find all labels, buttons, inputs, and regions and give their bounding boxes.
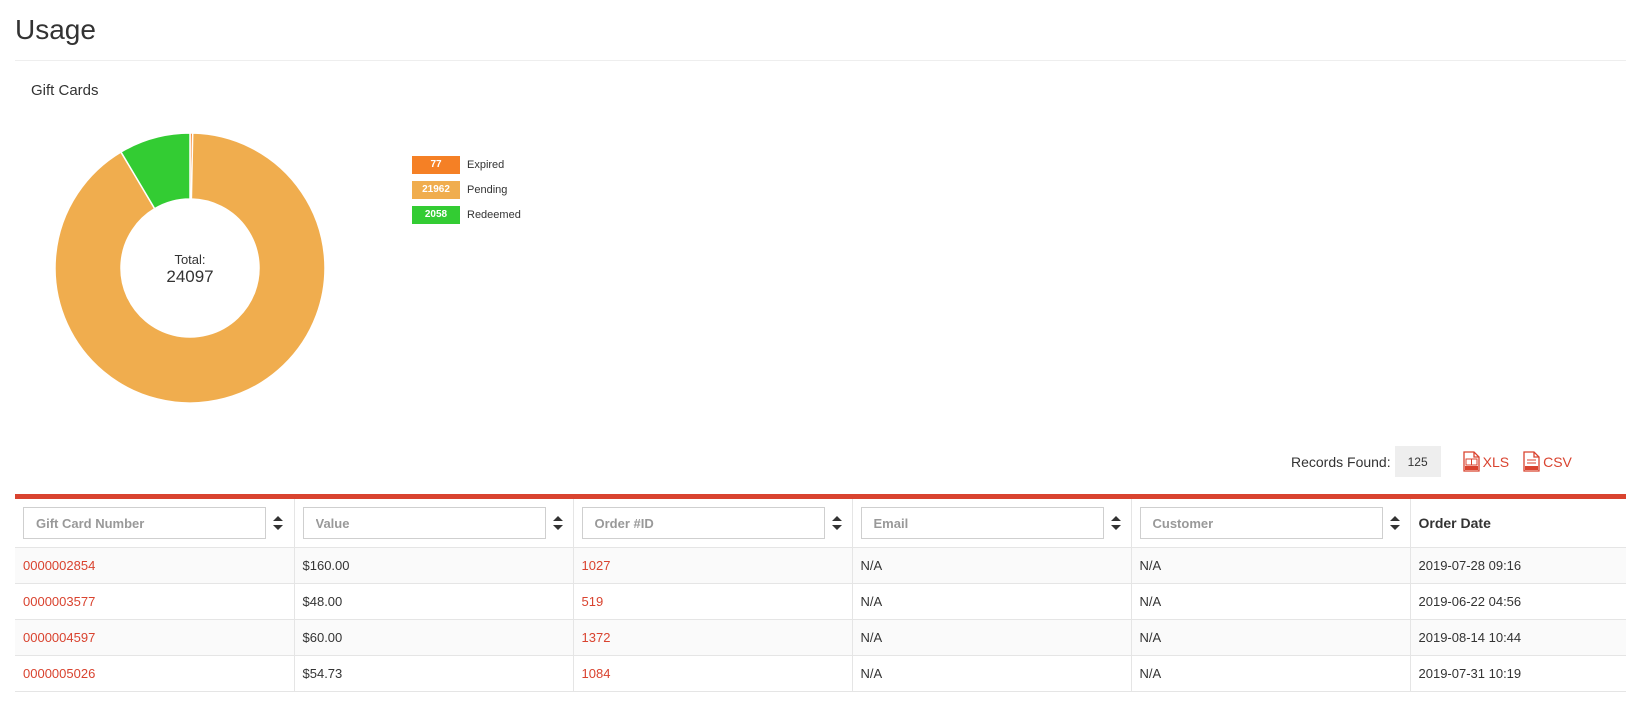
filter-order-id-input[interactable] <box>581 507 825 539</box>
header-email <box>852 499 1132 548</box>
cell-gift-card-number: 0000002854 <box>15 547 295 584</box>
cell-order-date: 2019-07-31 10:19 <box>1410 655 1626 692</box>
legend-item-redeemed[interactable]: 2058 Redeemed <box>412 202 521 227</box>
table-row: 0000005026 $54.73 1084 N/A N/A 2019-07-3… <box>15 655 1626 692</box>
page-title: Usage <box>15 14 96 45</box>
legend-label-expired: Expired <box>467 158 505 171</box>
records-count-badge: 125 <box>1394 446 1441 477</box>
header-order-id <box>573 499 853 548</box>
cell-value: $54.73 <box>294 655 574 692</box>
export-csv-label: CSV <box>1543 453 1572 470</box>
records-found-label: Records Found: <box>1291 453 1391 470</box>
section-title: Gift Cards <box>31 82 99 99</box>
cell-value: $48.00 <box>294 583 574 620</box>
legend-item-expired[interactable]: 77 Expired <box>412 152 521 177</box>
cell-gift-card-number: 0000003577 <box>15 583 295 620</box>
cell-customer: N/A <box>1131 619 1411 656</box>
gift-card-table: Order Date 0000002854 $160.00 1027 N/A N… <box>15 499 1626 692</box>
cell-customer: N/A <box>1131 655 1411 692</box>
cell-customer: N/A <box>1131 583 1411 620</box>
cell-gift-card-number: 0000005026 <box>15 655 295 692</box>
gift-card-table-container: Order Date 0000002854 $160.00 1027 N/A N… <box>15 494 1626 692</box>
gift-card-link[interactable]: 0000002854 <box>23 558 95 573</box>
chart-legend: 77 Expired 21962 Pending 2058 Redeemed <box>412 152 521 227</box>
header-customer <box>1131 499 1411 548</box>
cell-order-id: 1372 <box>573 619 853 656</box>
export-csv-button[interactable]: CSV <box>1523 451 1572 472</box>
order-link[interactable]: 519 <box>582 594 604 609</box>
records-toolbar: Records Found: 125 XLS CSV <box>1291 446 1572 477</box>
filter-header-row: Order Date <box>15 499 1626 548</box>
legend-label-pending: Pending <box>467 183 508 196</box>
filter-email-input[interactable] <box>860 507 1104 539</box>
sort-arrows-icon[interactable] <box>1110 516 1121 530</box>
title-divider <box>15 60 1626 61</box>
cell-value: $60.00 <box>294 619 574 656</box>
cell-customer: N/A <box>1131 547 1411 584</box>
table-row: 0000004597 $60.00 1372 N/A N/A 2019-08-1… <box>15 619 1626 656</box>
cell-order-id: 1027 <box>573 547 853 584</box>
filter-gift-card-number-input[interactable] <box>23 507 266 539</box>
cell-email: N/A <box>852 619 1132 656</box>
cell-email: N/A <box>852 583 1132 620</box>
cell-order-date: 2019-07-28 09:16 <box>1410 547 1626 584</box>
gift-card-link[interactable]: 0000004597 <box>23 630 95 645</box>
legend-badge-expired: 77 <box>412 155 460 174</box>
sort-arrows-icon[interactable] <box>1389 516 1400 530</box>
filter-value-input[interactable] <box>302 507 546 539</box>
export-xls-button[interactable]: XLS <box>1462 451 1510 472</box>
donut-total-value: 24097 <box>166 267 213 286</box>
table-row: 0000003577 $48.00 519 N/A N/A 2019-06-22… <box>15 583 1626 620</box>
cell-order-id: 1084 <box>573 655 853 692</box>
table-row: 0000002854 $160.00 1027 N/A N/A 2019-07-… <box>15 547 1626 584</box>
legend-label-redeemed: Redeemed <box>467 208 521 221</box>
legend-badge-redeemed: 2058 <box>412 205 460 224</box>
donut-center-label: Total: <box>174 252 205 267</box>
gift-card-donut-chart: Total: 24097 <box>40 118 340 418</box>
gift-card-link[interactable]: 0000003577 <box>23 594 95 609</box>
sort-arrows-icon[interactable] <box>831 516 842 530</box>
sort-arrows-icon[interactable] <box>273 516 283 530</box>
cell-email: N/A <box>852 655 1132 692</box>
gift-card-link[interactable]: 0000005026 <box>23 666 95 681</box>
donut-svg: Total: 24097 <box>54 132 326 404</box>
cell-order-date: 2019-06-22 04:56 <box>1410 583 1626 620</box>
order-link[interactable]: 1084 <box>582 666 611 681</box>
cell-value: $160.00 <box>294 547 574 584</box>
cell-order-id: 519 <box>573 583 853 620</box>
sort-arrows-icon[interactable] <box>552 516 563 530</box>
filter-customer-input[interactable] <box>1139 507 1383 539</box>
header-gift-card-number <box>15 499 295 548</box>
legend-item-pending[interactable]: 21962 Pending <box>412 177 521 202</box>
cell-gift-card-number: 0000004597 <box>15 619 295 656</box>
cell-email: N/A <box>852 547 1132 584</box>
order-link[interactable]: 1027 <box>582 558 611 573</box>
legend-badge-pending: 21962 <box>412 180 460 199</box>
header-value <box>294 499 574 548</box>
order-link[interactable]: 1372 <box>582 630 611 645</box>
csv-file-icon <box>1523 451 1540 472</box>
xls-file-icon <box>1462 451 1480 472</box>
export-xls-label: XLS <box>1482 453 1510 470</box>
header-order-date[interactable]: Order Date <box>1410 499 1626 548</box>
cell-order-date: 2019-08-14 10:44 <box>1410 619 1626 656</box>
